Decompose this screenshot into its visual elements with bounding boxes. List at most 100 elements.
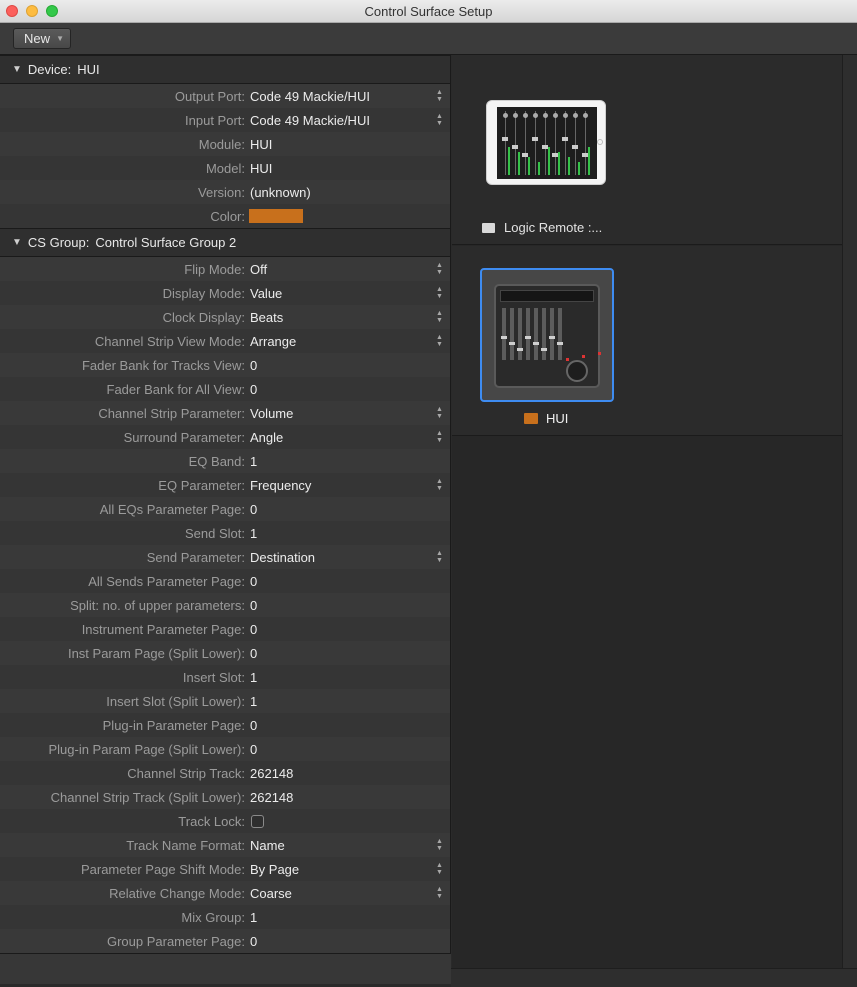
parameter-value[interactable]: Destination (250, 550, 315, 565)
parameter-value[interactable]: 0 (250, 382, 257, 397)
parameter-value[interactable]: Frequency (250, 478, 311, 493)
parameter-label: Track Lock: (178, 813, 245, 829)
popup-stepper-icon[interactable]: ▲ ▼ (436, 89, 443, 103)
popup-stepper-icon[interactable]: ▲ ▼ (436, 113, 443, 127)
fader-graphic (501, 336, 507, 339)
parameter-value[interactable]: 0 (250, 502, 257, 517)
mixer-strip-graphic (525, 111, 526, 175)
parameter-value[interactable]: 0 (250, 574, 257, 589)
parameter-value[interactable]: 1 (250, 670, 257, 685)
popup-stepper-icon[interactable]: ▲ ▼ (436, 262, 443, 276)
meter-graphic (558, 152, 560, 175)
parameter-value[interactable]: HUI (250, 161, 272, 176)
parameter-value[interactable]: 0 (250, 598, 257, 613)
ipad-icon[interactable] (486, 100, 606, 185)
vertical-scrollbar[interactable] (842, 55, 857, 968)
parameter-value[interactable]: 1 (250, 454, 257, 469)
parameter-label: Parameter Page Shift Mode: (80, 861, 245, 877)
popup-stepper-icon[interactable]: ▲ ▼ (436, 478, 443, 492)
parameter-label: Plug-in Parameter Page: (102, 717, 245, 733)
parameter-label: Input Port: (185, 112, 245, 128)
parameter-value[interactable]: 0 (250, 718, 257, 733)
parameter-value[interactable]: 1 (250, 910, 257, 925)
parameter-label: Inst Param Page (Split Lower): (67, 645, 245, 661)
parameter-value[interactable]: 262148 (250, 790, 293, 805)
parameter-value[interactable]: 0 (250, 358, 257, 373)
parameter-label: Module: (198, 136, 245, 152)
device-label-logic-remote[interactable]: Logic Remote :... (482, 220, 602, 235)
fader-graphic (512, 145, 518, 149)
mixer-strip-graphic (585, 111, 586, 175)
parameter-value[interactable]: Beats (250, 310, 283, 325)
meter-graphic (588, 147, 590, 175)
parameter-value[interactable]: 0 (250, 934, 257, 949)
channel-strip-graphic (558, 308, 562, 360)
new-popup-button[interactable]: New ▼ (13, 28, 71, 49)
parameter-value[interactable]: 262148 (250, 766, 293, 781)
popup-stepper-icon[interactable]: ▲ ▼ (436, 334, 443, 348)
parameter-row-display-mode: Display Mode: Value ▲ ▼ (0, 281, 450, 305)
device-heading-label: Device: (27, 62, 72, 77)
channel-strip-graphic (510, 308, 514, 360)
channel-strip-graphic (534, 308, 538, 360)
ipad-home-button (597, 139, 603, 145)
color-swatch[interactable] (249, 209, 303, 223)
fader-graphic (562, 137, 568, 141)
parameter-value[interactable]: Coarse (250, 886, 292, 901)
popup-stepper-icon[interactable]: ▲ ▼ (436, 838, 443, 852)
mixer-strip-graphic (575, 111, 576, 175)
popup-stepper-icon[interactable]: ▲ ▼ (436, 550, 443, 564)
meter-graphic (518, 152, 520, 175)
knob-graphic (523, 113, 528, 118)
led-graphic (566, 358, 569, 361)
parameter-row-color: Color: (0, 204, 450, 228)
parameter-row-clock-display: Clock Display: Beats ▲ ▼ (0, 305, 450, 329)
parameter-value[interactable]: Name (250, 838, 285, 853)
parameter-value[interactable]: HUI (250, 137, 272, 152)
parameter-value[interactable]: By Page (250, 862, 299, 877)
mixer-strip-graphic (535, 111, 536, 175)
knob-graphic (563, 113, 568, 118)
parameter-label: Mix Group: (181, 909, 245, 925)
parameter-value[interactable]: Off (250, 262, 267, 277)
hui-device-body (494, 284, 601, 388)
popup-stepper-icon[interactable]: ▲ ▼ (436, 430, 443, 444)
device-row-hui: HUI (452, 246, 842, 436)
parameter-label: Plug-in Param Page (Split Lower): (48, 741, 245, 757)
cs-group-section-header[interactable]: ▼ CS Group: Control Surface Group 2 (0, 228, 450, 257)
parameter-value[interactable]: Angle (250, 430, 283, 445)
parameter-value[interactable]: 0 (250, 646, 257, 661)
popup-stepper-icon[interactable]: ▲ ▼ (436, 310, 443, 324)
fader-graphic (517, 348, 523, 351)
parameter-value[interactable]: Arrange (250, 334, 296, 349)
parameter-value[interactable]: (unknown) (250, 185, 311, 200)
chevron-down-icon: ▼ (56, 34, 64, 43)
parameter-value[interactable]: 0 (250, 622, 257, 637)
parameter-value[interactable]: 0 (250, 742, 257, 757)
parameter-row-model: Model: HUI (0, 156, 450, 180)
parameter-row-fader-bank-for-tracks-view: Fader Bank for Tracks View: 0 (0, 353, 450, 377)
parameter-value[interactable]: Code 49 Mackie/HUI (250, 113, 370, 128)
parameter-value[interactable]: Value (250, 286, 282, 301)
horizontal-scrollbar[interactable] (451, 968, 857, 987)
fader-graphic (572, 145, 578, 149)
parameter-value[interactable]: 1 (250, 694, 257, 709)
parameter-value[interactable]: 1 (250, 526, 257, 541)
device-section-header[interactable]: ▼ Device: HUI (0, 55, 450, 84)
parameter-value[interactable]: Code 49 Mackie/HUI (250, 89, 370, 104)
popup-stepper-icon[interactable]: ▲ ▼ (436, 862, 443, 876)
popup-stepper-icon[interactable]: ▲ ▼ (436, 406, 443, 420)
parameter-value[interactable]: Volume (250, 406, 293, 421)
hui-controller-icon[interactable] (480, 268, 614, 402)
disclosure-triangle-icon[interactable]: ▼ (12, 64, 22, 75)
parameter-label: Insert Slot (Split Lower): (106, 693, 245, 709)
track-lock-checkbox[interactable] (251, 814, 264, 828)
device-label-hui[interactable]: HUI (524, 411, 568, 426)
popup-stepper-icon[interactable]: ▲ ▼ (436, 286, 443, 300)
parameter-label: Relative Change Mode: (109, 885, 245, 901)
inspector-footer (0, 953, 451, 984)
disclosure-triangle-icon[interactable]: ▼ (12, 237, 22, 248)
channel-strip-graphic (502, 308, 506, 360)
popup-stepper-icon[interactable]: ▲ ▼ (436, 886, 443, 900)
mixer-strip-graphic (555, 111, 556, 175)
